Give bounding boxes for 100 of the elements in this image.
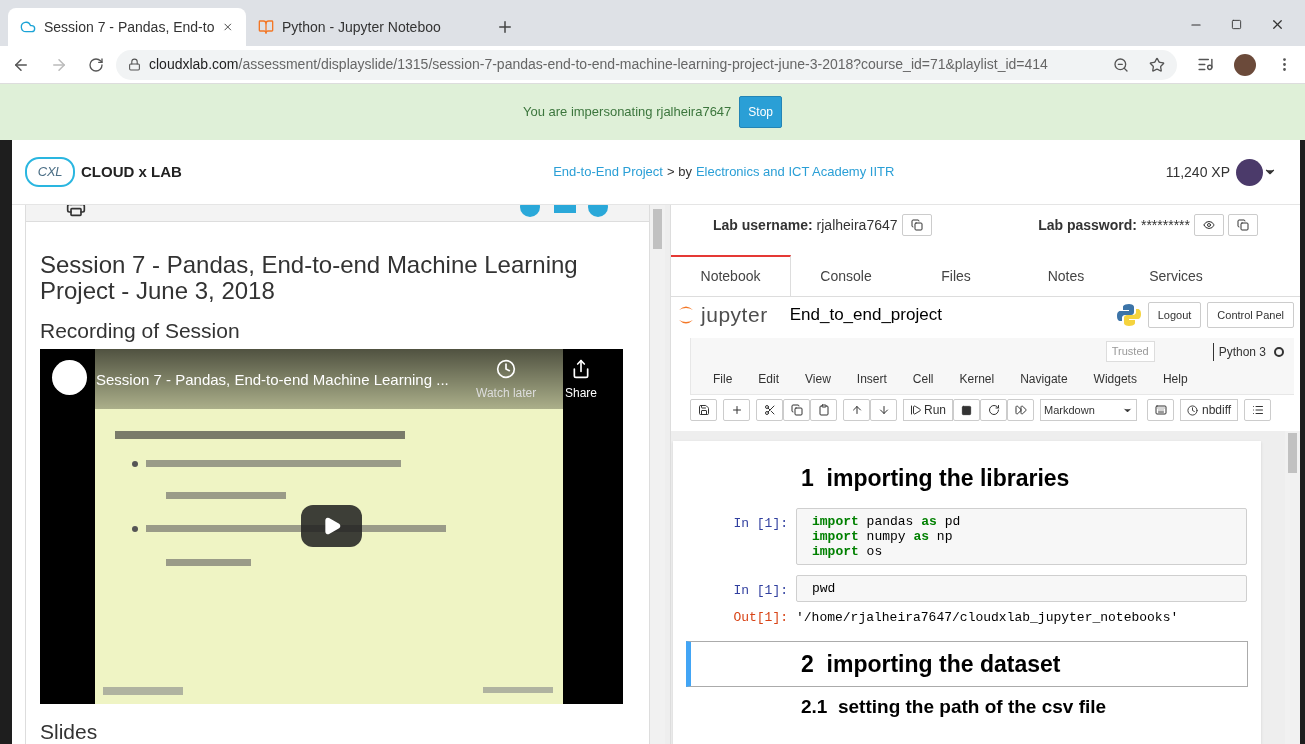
cloud-icon	[20, 19, 36, 35]
copy-button[interactable]	[901, 214, 932, 236]
session-title: Session 7 - Pandas, End-to-end Machine Learning Project - June 3, 2018	[40, 252, 579, 304]
show-password-button[interactable]	[1194, 214, 1224, 236]
cut-icon	[763, 404, 776, 416]
copy-button[interactable]	[1228, 214, 1258, 236]
clock-icon	[496, 359, 517, 379]
kernel-name: Python 3	[1212, 342, 1266, 361]
restart-icon	[987, 404, 1000, 416]
reload-icon[interactable]	[88, 56, 104, 73]
profile-avatar[interactable]	[1234, 53, 1256, 76]
breadcrumb-text: > by	[666, 163, 692, 182]
paste-button[interactable]	[810, 399, 837, 421]
video-player[interactable]: Session 7 - Pandas, End-to-end Machine Learning ... Watch later Share	[40, 349, 623, 704]
copy-icon	[790, 404, 803, 416]
menu-item[interactable]: Edit	[746, 370, 794, 388]
username-label: Lab username:	[713, 215, 813, 235]
section-heading: Recording of Session	[40, 318, 241, 344]
lock-icon	[128, 58, 141, 71]
browser-tab[interactable]: Session 7 - Pandas, End-to	[8, 8, 246, 46]
tab-title: Session 7 - Pandas, End-to	[44, 17, 215, 37]
menu-item[interactable]: View	[793, 370, 845, 388]
run-all-icon	[1014, 404, 1027, 416]
step-icon	[910, 404, 922, 416]
code-line: import pandas as pd	[812, 514, 962, 529]
code-line: pwd	[812, 581, 837, 596]
run-all-button[interactable]	[1007, 399, 1034, 421]
output-text: '/home/rjalheira7647/cloudxlab_jupyter_notebooks'	[796, 609, 1179, 627]
kernel-status-icon	[1274, 346, 1284, 357]
menu-item[interactable]: Kernel	[947, 370, 1009, 388]
add-cell-icon	[730, 404, 743, 416]
menu-item[interactable]: Cell	[900, 370, 948, 388]
move-down-button[interactable]	[870, 399, 897, 421]
notebook-heading: 2.1 setting the path of the csv file	[801, 695, 1108, 718]
banner-text: You are impersonating rjalheira7647	[522, 103, 732, 122]
restart-button[interactable]	[980, 399, 1007, 421]
markdown-cell[interactable]: 2 importing the dataset	[686, 640, 1248, 687]
menu-item[interactable]: Help	[1150, 370, 1202, 388]
cloud-logo: CXL	[25, 157, 75, 187]
username-value: rjalheira7647	[816, 215, 898, 235]
zoom-icon[interactable]	[1113, 56, 1129, 73]
menu-item[interactable]: Insert	[844, 370, 901, 388]
toc-button[interactable]	[1244, 399, 1272, 421]
share-button[interactable]: Share	[565, 384, 598, 402]
markdown-cell[interactable]: 2.1 setting the path of the csv file	[686, 692, 1248, 719]
add-cell-button[interactable]	[723, 399, 750, 421]
play-button[interactable]	[301, 505, 362, 547]
section-heading: Slides	[40, 719, 99, 744]
run-button[interactable]: Run	[903, 399, 953, 421]
keyboard-icon	[1154, 404, 1167, 416]
scrollbar[interactable]	[650, 205, 665, 744]
move-up-icon	[850, 404, 863, 416]
new-tab-icon[interactable]	[496, 18, 514, 36]
toc-icon	[1251, 404, 1264, 416]
star-icon[interactable]	[1149, 56, 1165, 73]
stop-button[interactable]	[953, 399, 980, 421]
password-value: *********	[1140, 215, 1190, 235]
move-up-button[interactable]	[843, 399, 870, 421]
header-button[interactable]: Logout	[1147, 302, 1202, 328]
close-icon[interactable]	[1270, 17, 1285, 32]
show-password-icon	[1203, 219, 1215, 231]
password-label: Lab password:	[1038, 215, 1137, 235]
output-prompt: Out[1]:	[732, 609, 789, 627]
paste-icon	[817, 404, 830, 416]
move-down-icon	[877, 404, 890, 416]
maximize-icon[interactable]	[1231, 19, 1242, 30]
cut-button[interactable]	[756, 399, 783, 421]
tab-title: Python - Jupyter Noteboo	[282, 17, 442, 37]
book-icon	[258, 19, 274, 35]
markdown-cell[interactable]: 1 importing the libraries	[686, 455, 1248, 501]
cell-type-select[interactable]: Markdown	[1040, 399, 1137, 421]
notebook-heading: 2 importing the dataset	[801, 649, 1062, 679]
code-cell[interactable]: import pandas as pd import numpy as np import os	[796, 508, 1247, 565]
panel-tab[interactable]: Notebook	[671, 255, 791, 296]
menu-item[interactable]: File	[701, 370, 747, 388]
notebook-name[interactable]: End_to_end_project	[789, 302, 942, 328]
url-text: cloudxlab.com/assessment/displayslide/1315/session-7-pandas-end-to-end-machine-learning-project-june-3-2018?course_id=71&playlist_id=414	[149, 55, 1049, 74]
input-prompt: In [1]:	[732, 515, 789, 533]
nbdiff-button[interactable]: nbdiff	[1180, 399, 1239, 421]
user-avatar[interactable]	[1236, 158, 1263, 186]
keyboard-button[interactable]	[1147, 399, 1174, 421]
code-cell[interactable]: pwd	[796, 575, 1247, 602]
media-icon[interactable]	[1197, 56, 1214, 73]
save-button[interactable]	[690, 399, 717, 421]
stop-icon	[961, 404, 972, 416]
header-button[interactable]: Control Panel	[1207, 302, 1294, 328]
python-logo-icon	[1115, 302, 1142, 328]
menu-item[interactable]: Navigate	[1008, 370, 1082, 388]
notebook-heading: 1 importing the libraries	[801, 464, 1071, 493]
clock-icon	[1187, 404, 1198, 416]
close-icon[interactable]	[222, 20, 234, 34]
copy-icon	[1237, 219, 1249, 231]
input-prompt: In [1]:	[732, 582, 789, 600]
browser-tab[interactable]: Python - Jupyter Noteboo	[246, 8, 484, 46]
logo-text: CLOUD x LAB	[81, 161, 182, 182]
copy-icon	[910, 219, 923, 231]
video-title[interactable]: Session 7 - Pandas, End-to-end Machine Learning ...	[96, 369, 449, 392]
menu-item[interactable]: Widgets	[1081, 370, 1151, 388]
address-bar[interactable]: cloudxlab.com/assessment/displayslide/1315/session-7-pandas-end-to-end-machine-learning-project-june-3-2018?course_id=71&playlist_id=414	[116, 49, 1177, 80]
xp-count: 11,240 XP	[1165, 162, 1230, 182]
